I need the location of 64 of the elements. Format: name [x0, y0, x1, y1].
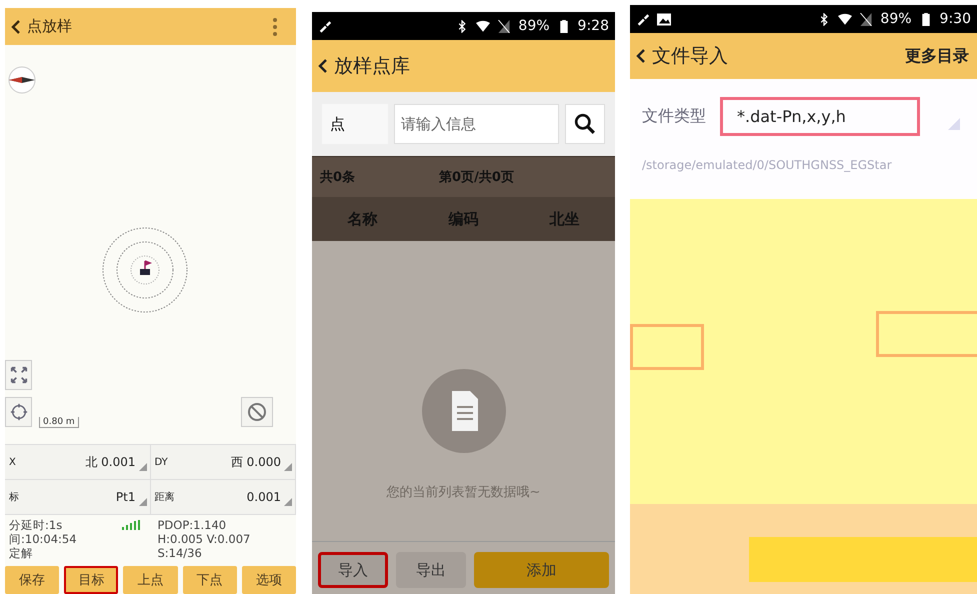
no-sim-icon	[859, 12, 874, 26]
document-icon	[422, 369, 506, 453]
wifi-icon	[476, 20, 490, 32]
field-label: 文件类型	[642, 106, 706, 127]
toolbar-button[interactable]: 选项	[242, 566, 296, 594]
file-type-dropdown[interactable]: *.dat-Pn,x,y,h	[720, 97, 920, 136]
battery-percent: 89%	[518, 18, 550, 34]
search-field[interactable]: 请输入信息	[394, 104, 559, 144]
toolbar-button[interactable]: 上点	[123, 566, 178, 594]
page-indicator: 第0页/共0页	[439, 169, 514, 186]
no-sim-icon	[497, 20, 512, 32]
readout-cell[interactable]: X 北 0.001	[5, 445, 150, 480]
locate-button[interactable]	[5, 397, 32, 427]
action-button[interactable]: 导入	[318, 552, 388, 588]
wifi-icon	[838, 12, 852, 26]
toggle-button[interactable]	[241, 397, 273, 427]
corner-triangle-icon	[138, 463, 146, 471]
battery-percent: 89%	[880, 11, 912, 27]
toolbar-button[interactable]: 目标	[64, 566, 118, 594]
column-header: 编码	[448, 210, 478, 228]
action-button[interactable]: 添加	[474, 552, 609, 588]
empty-message: 您的当前列表暂无数据哦~	[386, 484, 540, 501]
toolbar-button[interactable]: 保存	[5, 566, 60, 594]
scale-label: 0.80 m	[39, 417, 79, 428]
clock-time: 9:28	[578, 18, 609, 34]
readout-cell[interactable]: 距离 0.001	[150, 480, 296, 515]
column-header: 北坐	[550, 210, 580, 228]
signal-icon	[122, 520, 140, 530]
prohibited-icon	[247, 402, 267, 422]
dropdown-corner-icon	[948, 118, 960, 130]
status-text: 间:10:04:54	[9, 532, 77, 546]
action-button[interactable]: 导出	[396, 552, 466, 588]
search-type-label[interactable]: 点	[322, 104, 388, 144]
readout-cell[interactable]: DY 西 0.000	[150, 445, 296, 480]
record-count: 共0条	[320, 169, 356, 186]
corner-triangle-icon	[138, 498, 146, 506]
status-text: H:0.005 V:0.007	[158, 532, 250, 546]
corner-triangle-icon	[284, 463, 292, 471]
corner-triangle-icon	[284, 498, 292, 506]
brush-icon	[318, 20, 332, 32]
screen-title: 文件导入	[652, 44, 728, 69]
status-text: S:14/36	[158, 546, 202, 560]
screen-title: 点放样	[27, 17, 72, 36]
column-header: 名称	[348, 210, 378, 228]
status-text: 定解	[9, 546, 33, 560]
crosshair-icon	[10, 403, 28, 421]
clock-time: 9:30	[940, 11, 971, 27]
expand-icon	[10, 366, 28, 384]
toolbar-button[interactable]: 下点	[182, 566, 237, 594]
folder-path: /storage/emulated/0/SOUTHGNSS_EGStar	[642, 158, 893, 172]
screen-title: 放样点库	[334, 54, 410, 79]
back-icon[interactable]	[318, 58, 328, 74]
back-icon[interactable]	[636, 48, 646, 64]
status-text: PDOP:1.140	[158, 518, 226, 532]
search-icon	[574, 113, 596, 135]
more-directories-link[interactable]: 更多目录	[905, 46, 969, 66]
search-button[interactable]	[565, 104, 605, 144]
status-text: 分延时:1s	[9, 518, 62, 532]
brush-icon	[636, 12, 650, 26]
back-icon[interactable]	[11, 18, 21, 34]
menu-icon[interactable]	[272, 16, 278, 36]
fullscreen-button[interactable]	[5, 360, 32, 390]
readout-cell[interactable]: 标 Pt1	[5, 480, 150, 515]
image-icon	[657, 12, 671, 26]
